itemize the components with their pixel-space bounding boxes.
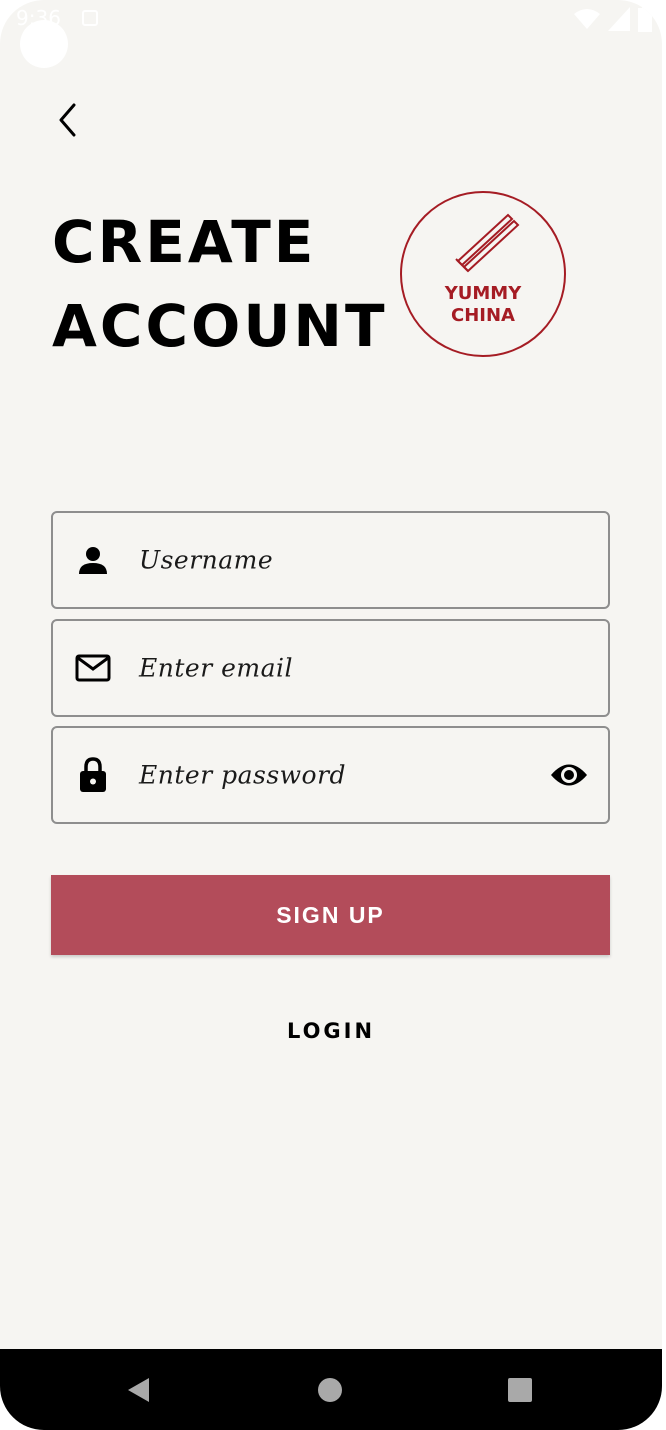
page-title-line-2: ACCOUNT [52,292,388,360]
password-placeholder: Enter password [139,760,347,790]
notification-icon [82,10,98,26]
status-icons [574,6,652,32]
signup-button[interactable]: SIGN UP [51,875,610,955]
triangle-back-icon [128,1377,149,1402]
status-time: 9:36 [16,6,61,30]
brand-logo-line-2: CHINA [451,305,515,326]
person-icon [75,542,111,578]
brand-logo-text: YUMMY CHINA [402,283,564,327]
nav-home-button[interactable] [290,1349,370,1430]
password-visibility-toggle[interactable] [548,754,590,796]
lock-icon [75,757,111,793]
signal-icon [608,7,630,31]
email-placeholder: Enter email [139,653,293,683]
brand-logo-line-1: YUMMY [444,283,522,304]
email-field[interactable]: Enter email [51,619,610,717]
username-field[interactable]: Username [51,511,610,609]
square-recents-icon [508,1377,532,1402]
status-bar: 9:36 [0,0,662,68]
system-nav-bar [0,1349,662,1430]
nav-recents-button[interactable] [480,1349,560,1430]
mail-icon [75,650,111,686]
username-placeholder: Username [139,545,274,575]
nav-back-button[interactable] [98,1349,178,1430]
app-screen: 9:36 CREATE ACCOUNT YUMMY CHINA Username… [0,0,662,1430]
wifi-icon [574,9,600,29]
chopsticks-icon [455,213,520,273]
back-button[interactable] [48,96,88,144]
page-title: CREATE ACCOUNT [52,200,392,368]
password-field[interactable]: Enter password [51,726,610,824]
login-button-label: LOGIN [286,1019,376,1043]
chevron-left-icon [59,103,76,137]
brand-logo: YUMMY CHINA [400,191,566,357]
eye-icon [551,764,587,786]
login-button[interactable]: LOGIN [231,1008,431,1054]
circle-home-icon [318,1377,342,1402]
signup-button-label: SIGN UP [276,901,385,928]
page-title-line-1: CREATE [52,208,317,276]
battery-icon [638,6,652,32]
